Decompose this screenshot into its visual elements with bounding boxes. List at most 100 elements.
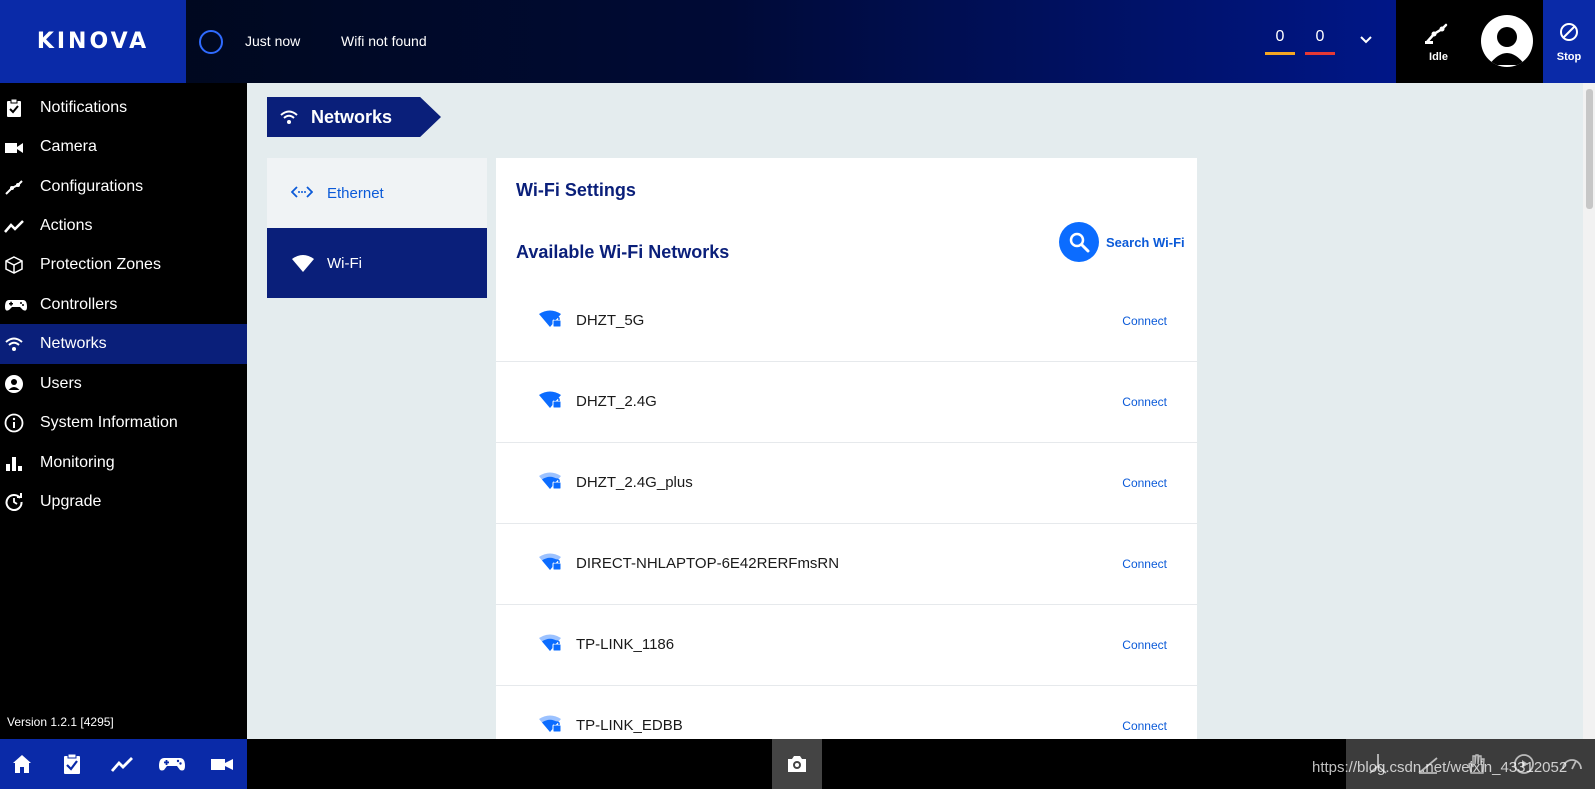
upgrade-icon	[4, 492, 24, 512]
user-avatar-area[interactable]	[1481, 0, 1543, 83]
sidebar-item-system-information[interactable]: System Information	[0, 403, 247, 443]
sidebar-item-controllers[interactable]: Controllers	[0, 285, 247, 325]
network-ssid: DIRECT-NHLAPTOP-6E42RERFmsRN	[576, 555, 840, 572]
logo-area: KINOVA	[0, 0, 186, 83]
notifications-icon[interactable]	[60, 752, 84, 776]
version-text: Version 1.2.1 [4295]	[7, 715, 114, 729]
top-bar: KINOVA Just now Wifi not found 0 0 Idle …	[0, 0, 1595, 83]
camera-icon	[4, 137, 24, 157]
network-ssid: DHZT_2.4G_plus	[576, 474, 693, 491]
info-icon	[4, 413, 24, 433]
controllers-icon	[4, 295, 27, 315]
list-item: DHZT_2.4G Connect	[496, 362, 1197, 443]
configurations-icon	[4, 177, 24, 197]
robot-arm-icon	[1424, 22, 1450, 46]
list-item: DIRECT-NHLAPTOP-6E42RERFmsRN Connect	[496, 524, 1197, 605]
wifi-status: Wifi not found	[341, 33, 427, 49]
protection-zones-icon	[4, 255, 24, 275]
sidebar-item-label: Networks	[40, 335, 107, 352]
kinova-logo: KINOVA	[36, 29, 150, 54]
network-ssid: TP-LINK_EDBB	[576, 717, 683, 734]
connect-button[interactable]: Connect	[1122, 395, 1167, 409]
wifi-locked-icon	[538, 552, 564, 572]
stop-button[interactable]: Stop	[1543, 0, 1595, 83]
sidebar-item-label: Notifications	[40, 99, 128, 116]
sidebar-item-label: Users	[40, 375, 82, 392]
wifi-locked-icon	[538, 714, 564, 734]
user-icon	[4, 374, 24, 394]
network-ssid: TP-LINK_1186	[576, 636, 675, 653]
tab-ethernet[interactable]: Ethernet	[267, 158, 487, 228]
list-item: DHZT_2.4G_plus Connect	[496, 443, 1197, 524]
sidebar-item-monitoring[interactable]: Monitoring	[0, 443, 247, 483]
camera-icon[interactable]	[210, 752, 234, 776]
sidebar-item-label: Camera	[40, 138, 97, 155]
wifi-settings-panel: Wi-Fi Settings Available Wi-Fi Networks …	[496, 158, 1197, 739]
home-icon[interactable]	[10, 752, 34, 776]
robot-status[interactable]: Idle	[1396, 0, 1481, 83]
sidebar-item-actions[interactable]: Actions	[0, 206, 247, 246]
sidebar-item-camera[interactable]: Camera	[0, 127, 247, 167]
panel-title: Wi-Fi Settings	[516, 180, 636, 200]
list-item: TP-LINK_EDBB Connect	[496, 686, 1197, 739]
tab-wifi[interactable]: Wi-Fi	[267, 228, 487, 298]
watermark-text: https://blog.csdn.net/weixin_43312052	[1312, 759, 1568, 776]
page-title: Networks	[267, 97, 441, 137]
error-count: 0	[1315, 28, 1325, 45]
sidebar-item-configurations[interactable]: Configurations	[0, 167, 247, 207]
sidebar-item-protection-zones[interactable]: Protection Zones	[0, 245, 247, 285]
sidebar-item-label: Controllers	[40, 296, 118, 313]
connect-button[interactable]: Connect	[1122, 557, 1167, 571]
quick-nav	[0, 739, 247, 789]
bottom-bar: https://blog.csdn.net/weixin_43312052	[0, 739, 1595, 789]
ethernet-icon	[291, 184, 313, 200]
sidebar-item-label: Protection Zones	[40, 256, 161, 273]
network-ssid: DHZT_2.4G	[576, 393, 657, 410]
connect-button[interactable]: Connect	[1122, 314, 1167, 328]
controllers-icon[interactable]	[158, 752, 186, 776]
sidebar: Notifications Camera Configurations Acti…	[0, 83, 247, 739]
sidebar-item-label: Actions	[40, 217, 93, 234]
wifi-locked-icon	[538, 309, 564, 329]
sidebar-item-notifications[interactable]: Notifications	[0, 88, 247, 128]
network-ssid: DHZT_5G	[576, 312, 645, 329]
warning-count: 0	[1275, 28, 1285, 45]
avatar[interactable]	[1481, 15, 1533, 67]
notifications-icon	[4, 98, 24, 118]
wifi-icon	[279, 108, 299, 126]
actions-icon[interactable]	[110, 752, 134, 776]
wifi-icon	[4, 334, 24, 354]
connect-button[interactable]: Connect	[1122, 476, 1167, 490]
connect-button[interactable]: Connect	[1122, 719, 1167, 733]
wifi-locked-icon	[538, 633, 564, 653]
monitoring-icon	[4, 453, 24, 473]
network-list: DHZT_5G Connect DHZT_2.4G Connect DHZT_2…	[496, 281, 1197, 739]
sidebar-item-label: Configurations	[40, 178, 144, 195]
snapshot-button[interactable]	[772, 739, 822, 789]
tab-label: Wi-Fi	[327, 255, 362, 272]
page-title-text: Networks	[311, 107, 393, 127]
sidebar-item-upgrade[interactable]: Upgrade	[0, 482, 247, 522]
wifi-locked-icon	[538, 390, 564, 410]
list-item: TP-LINK_1186 Connect	[496, 605, 1197, 686]
search-wifi-button[interactable]	[1059, 222, 1099, 262]
sidebar-item-label: Upgrade	[40, 493, 102, 510]
stop-label: Stop	[1556, 51, 1582, 63]
main-content: Networks Ethernet Wi-Fi Wi-Fi Settings A…	[247, 83, 1595, 739]
sidebar-item-users[interactable]: Users	[0, 364, 247, 404]
scrollbar-thumb[interactable]	[1586, 89, 1593, 209]
search-wifi-label[interactable]: Search Wi-Fi	[1106, 235, 1185, 250]
sidebar-item-label: Monitoring	[40, 454, 115, 471]
warning-counter[interactable]: 0	[1265, 28, 1295, 55]
search-icon	[1069, 232, 1090, 253]
network-tabs: Ethernet Wi-Fi	[267, 158, 487, 298]
connect-button[interactable]: Connect	[1122, 638, 1167, 652]
warning-bar	[1265, 52, 1295, 55]
scrollbar[interactable]	[1583, 83, 1595, 739]
chevron-down-icon[interactable]	[1358, 32, 1374, 48]
sidebar-item-networks[interactable]: Networks	[0, 324, 247, 364]
available-networks-title: Available Wi-Fi Networks	[516, 242, 730, 262]
error-counter[interactable]: 0	[1305, 28, 1335, 55]
connection-status-icon	[199, 30, 223, 54]
wifi-locked-icon	[538, 471, 564, 491]
